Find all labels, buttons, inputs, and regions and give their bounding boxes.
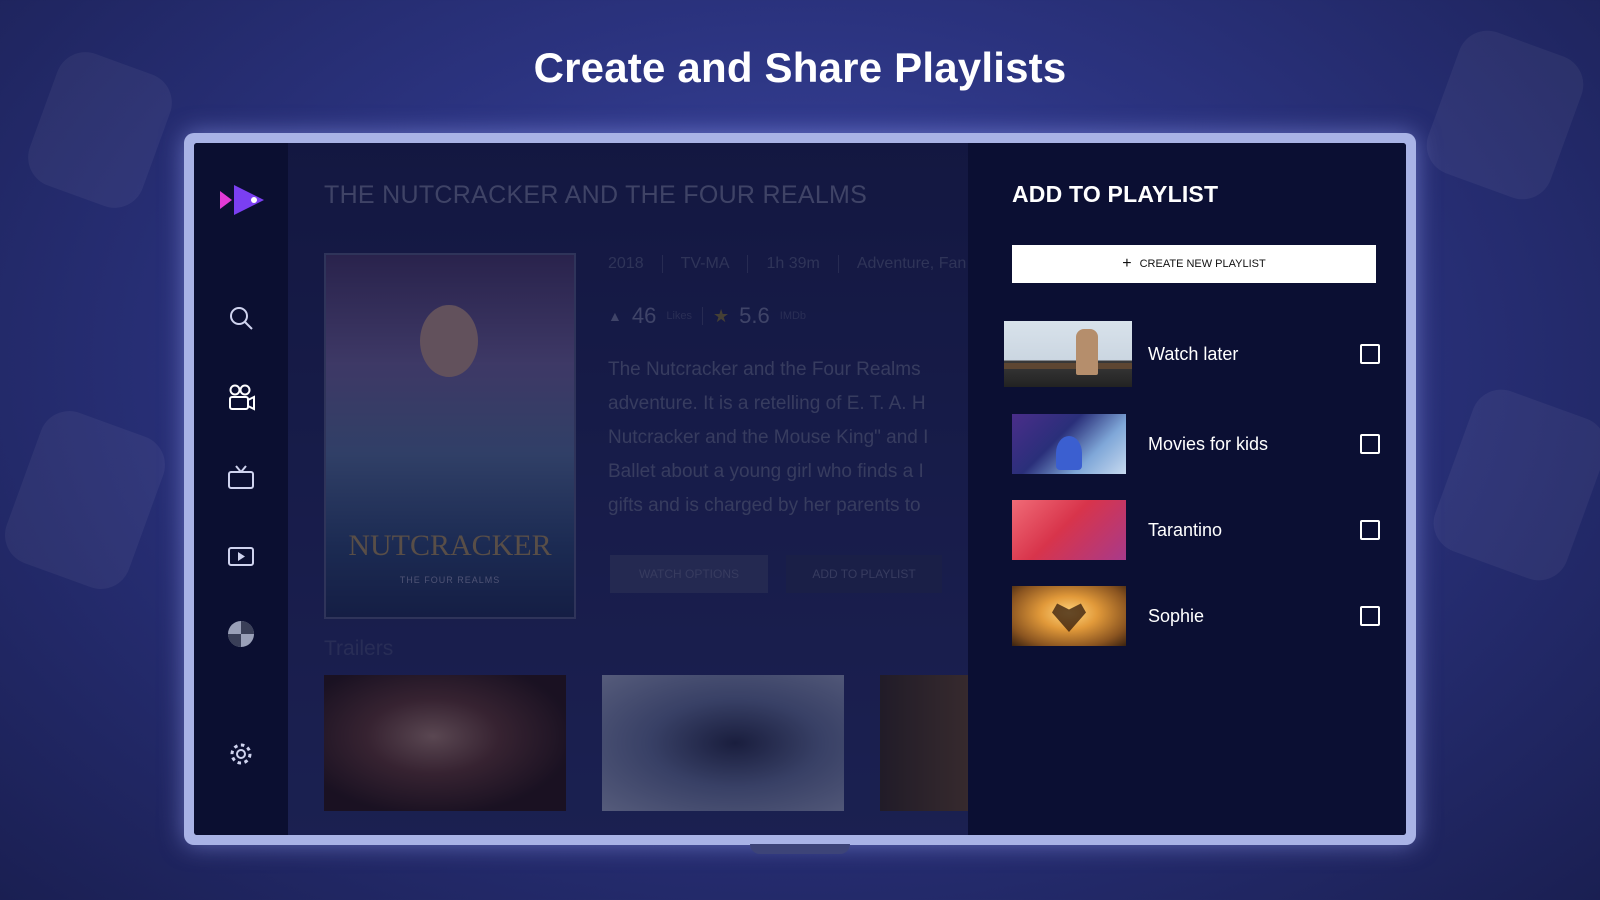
description-line: The Nutcracker and the Four Realms — [608, 359, 921, 380]
movie-poster[interactable]: NUTCRACKER THE FOUR REALMS — [324, 253, 576, 619]
poster-title: NUTCRACKER — [348, 529, 552, 562]
movie-genres: Adventure, Fan — [856, 255, 967, 272]
search-icon — [230, 307, 253, 330]
playlist-checkbox[interactable] — [1360, 606, 1380, 626]
movie-duration: 1h 39m — [766, 255, 820, 272]
trailer-thumbnail[interactable] — [324, 675, 566, 811]
meta-divider — [837, 255, 839, 273]
background-shape — [1425, 381, 1600, 589]
sidebar — [194, 143, 288, 835]
create-new-playlist-button[interactable]: + CREATE NEW PLAYLIST — [1012, 245, 1376, 283]
meta-divider — [702, 307, 704, 325]
score-value: 5.6 — [739, 303, 770, 328]
playlist-name: Watch later — [1148, 343, 1239, 364]
add-to-playlist-panel: ADD TO PLAYLIST + CREATE NEW PLAYLIST Wa… — [968, 143, 1406, 835]
playlist-item-sophie[interactable]: Sophie — [1004, 581, 1380, 651]
page-headline: Create and Share Playlists — [533, 44, 1067, 91]
movie-rating: TV-MA — [680, 255, 730, 272]
watch-options-button[interactable]: WATCH OPTIONS — [610, 555, 768, 593]
playlist-thumbnail — [1012, 586, 1126, 646]
nav-live-tv[interactable] — [226, 541, 256, 571]
panel-title: ADD TO PLAYLIST — [1012, 181, 1219, 207]
sports-icon — [228, 621, 254, 647]
playlist-checkbox[interactable] — [1360, 520, 1380, 540]
tv-icon — [228, 465, 254, 489]
trailers-heading: Trailers — [324, 637, 394, 660]
gear-icon — [230, 743, 252, 765]
score-caption: IMDb — [779, 310, 807, 322]
heart-icon — [1052, 603, 1086, 632]
trailer-thumbnail[interactable] — [880, 675, 968, 811]
playlist-thumbnail — [1012, 500, 1126, 560]
description-line: Ballet about a young girl who finds a I — [608, 461, 924, 482]
movie-description: The Nutcracker and the Four Realms adven… — [608, 353, 968, 523]
tv-screen: THE NUTCRACKER AND THE FOUR REALMS NUTCR… — [194, 143, 1406, 835]
likes-count: 46 — [631, 303, 657, 328]
playlist-checkbox[interactable] — [1360, 344, 1380, 364]
plus-icon: + — [1122, 255, 1132, 272]
thumbnail-figure — [1056, 436, 1082, 470]
description-line: gifts and is charged by her parents to — [608, 495, 921, 516]
thumbs-up-icon: ▲ — [608, 308, 622, 324]
movie-ratings: ▲ 46 Likes ★ 5.6 IMDb — [608, 303, 806, 329]
playlist-item-tarantino[interactable]: Tarantino — [1004, 495, 1380, 565]
trailer-thumbnail[interactable] — [602, 675, 844, 811]
create-playlist-label: CREATE NEW PLAYLIST — [1139, 258, 1266, 270]
movie-year: 2018 — [608, 255, 644, 272]
playlist-name: Sophie — [1148, 605, 1205, 626]
app-logo-icon[interactable] — [220, 183, 266, 217]
playlist-name: Tarantino — [1148, 519, 1223, 540]
playlist-item-watch-later[interactable]: Watch later — [1004, 319, 1380, 389]
playlist-thumbnail — [1004, 321, 1132, 387]
movie-detail: THE NUTCRACKER AND THE FOUR REALMS NUTCR… — [288, 143, 968, 835]
thumbnail-figure — [1076, 329, 1098, 375]
star-icon: ★ — [713, 305, 730, 326]
movies-icon — [229, 384, 255, 411]
poster-figure — [420, 305, 478, 377]
nav-tv[interactable] — [226, 463, 256, 493]
poster-subtitle: THE FOUR REALMS — [399, 575, 501, 585]
thumbnail-bench — [1004, 363, 1132, 369]
tv-stand — [750, 844, 850, 854]
nav-movies[interactable] — [226, 383, 256, 413]
playlist-checkbox[interactable] — [1360, 434, 1380, 454]
description-line: adventure. It is a retelling of E. T. A.… — [608, 393, 926, 414]
background-shape — [0, 402, 174, 598]
add-to-playlist-button[interactable]: ADD TO PLAYLIST — [786, 555, 942, 593]
nav-search[interactable] — [226, 303, 256, 333]
likes-caption: Likes — [666, 310, 693, 322]
nav-sports[interactable] — [226, 619, 256, 649]
nav-settings[interactable] — [226, 739, 256, 769]
playlist-name: Movies for kids — [1148, 433, 1269, 454]
playlist-item-movies-for-kids[interactable]: Movies for kids — [1004, 409, 1380, 479]
playlist-thumbnail — [1012, 414, 1126, 474]
movie-title: THE NUTCRACKER AND THE FOUR REALMS — [324, 181, 868, 209]
meta-divider — [661, 255, 663, 273]
description-line: Nutcracker and the Mouse King" and I — [608, 427, 929, 448]
movie-meta: 2018 TV-MA 1h 39m Adventure, Fan — [608, 255, 966, 273]
live-tv-icon — [228, 547, 254, 566]
meta-divider — [747, 255, 749, 273]
